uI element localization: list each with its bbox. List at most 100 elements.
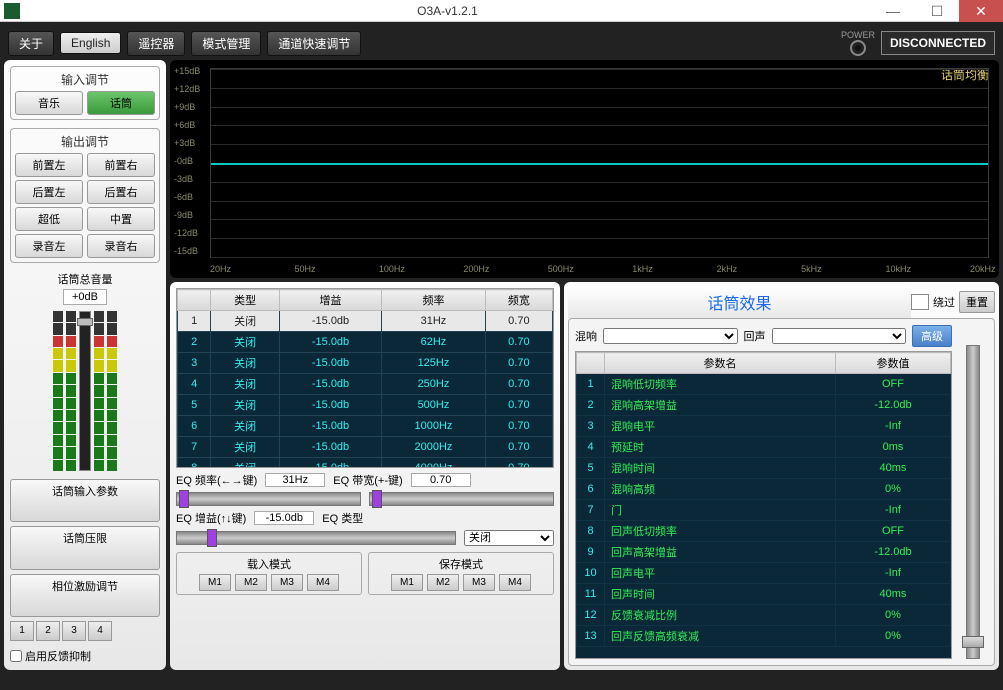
front-right-button[interactable]: 前置右 (87, 153, 155, 177)
music-button[interactable]: 音乐 (15, 91, 83, 115)
eq-row[interactable]: 3关闭-15.0db125Hz0.70 (178, 353, 553, 374)
x-axis-label: 20kHz (970, 264, 996, 274)
y-axis-label: -12dB (174, 228, 198, 238)
front-left-button[interactable]: 前置左 (15, 153, 83, 177)
eq-gain-slider[interactable] (176, 531, 456, 545)
rear-left-button[interactable]: 后置左 (15, 180, 83, 204)
advanced-button[interactable]: 高级 (912, 325, 952, 347)
eq-row[interactable]: 1关闭-15.0db31Hz0.70 (178, 311, 553, 332)
load-m1-button[interactable]: M1 (199, 574, 231, 591)
fx-param-row[interactable]: 11回声时间40ms (577, 584, 951, 605)
save-m4-button[interactable]: M4 (499, 574, 531, 591)
eq-row[interactable]: 6关闭-15.0db1000Hz0.70 (178, 416, 553, 437)
y-axis-label: +6dB (174, 120, 195, 130)
y-axis-label: +3dB (174, 138, 195, 148)
level-meters (10, 311, 160, 471)
mic-input-param-button[interactable]: 话筒输入参数 (10, 479, 160, 522)
mic-button[interactable]: 话筒 (87, 91, 155, 115)
bypass-checkbox[interactable] (911, 294, 929, 310)
fx-tab-mic-effect[interactable]: 话筒效果 (568, 286, 911, 318)
db-readout: +0dB (63, 289, 107, 305)
fx-panel: 话筒效果 绕过 重置 混响 回声 (564, 282, 999, 670)
bypass-label: 绕过 (933, 294, 955, 310)
english-button[interactable]: English (60, 32, 121, 54)
rec-left-button[interactable]: 录音左 (15, 234, 83, 258)
titlebar: O3A-v1.2.1 — ☐ ✕ (0, 0, 1003, 22)
rear-right-button[interactable]: 后置右 (87, 180, 155, 204)
y-axis-label: -15dB (174, 246, 198, 256)
preset-3-button[interactable]: 3 (62, 621, 86, 641)
left-panel: 输入调节 音乐 话筒 输出调节 前置左前置右 后置左后置右 超低中置 录音左录音… (4, 60, 166, 670)
minimize-button[interactable]: — (871, 0, 915, 22)
fx-param-row[interactable]: 8回声低切频率OFF (577, 521, 951, 542)
eq-row[interactable]: 7关闭-15.0db2000Hz0.70 (178, 437, 553, 458)
connection-status: DISCONNECTED (881, 31, 995, 55)
close-button[interactable]: ✕ (959, 0, 1003, 22)
remote-button[interactable]: 遥控器 (127, 31, 185, 56)
phase-exciter-button[interactable]: 相位激励调节 (10, 574, 160, 617)
eq-row[interactable]: 5关闭-15.0db500Hz0.70 (178, 395, 553, 416)
about-button[interactable]: 关于 (8, 31, 54, 56)
eq-row[interactable]: 8关闭-15.0db4000Hz0.70 (178, 458, 553, 469)
save-m2-button[interactable]: M2 (427, 574, 459, 591)
fx-param-row[interactable]: 3混响电平-Inf (577, 416, 951, 437)
echo-select[interactable] (772, 328, 907, 344)
x-axis-label: 5kHz (801, 264, 822, 274)
volume-fader[interactable] (79, 311, 91, 471)
fx-param-row[interactable]: 2混响高架增益-12.0db (577, 395, 951, 416)
fx-param-row[interactable]: 4预延时0ms (577, 437, 951, 458)
eq-graph: 话筒均衡 +15dB+12dB+9dB+6dB+3dB-0dB-3dB-6dB-… (170, 60, 999, 278)
x-axis-label: 10kHz (886, 264, 912, 274)
channel-quick-button[interactable]: 通道快速调节 (267, 31, 361, 56)
eq-edit-panel: 类型增益频率频宽1关闭-15.0db31Hz0.702关闭-15.0db62Hz… (170, 282, 560, 670)
eq-gain-input[interactable] (254, 511, 314, 525)
fx-param-row[interactable]: 6混响高频0% (577, 479, 951, 500)
reverb-label: 混响 (575, 328, 597, 344)
center-button[interactable]: 中置 (87, 207, 155, 231)
eq-bw-label: EQ 带宽(+-键) (333, 472, 402, 488)
reverb-select[interactable] (603, 328, 738, 344)
eq-freq-input[interactable] (265, 473, 325, 487)
eq-bw-input[interactable] (411, 473, 471, 487)
maximize-button[interactable]: ☐ (915, 0, 959, 22)
fx-fader[interactable] (966, 345, 980, 659)
power-indicator: POWER (841, 30, 875, 56)
preset-4-button[interactable]: 4 (88, 621, 112, 641)
sub-button[interactable]: 超低 (15, 207, 83, 231)
eq-freq-label: EQ 频率(←→键) (176, 472, 257, 488)
save-m1-button[interactable]: M1 (391, 574, 423, 591)
y-axis-label: -6dB (174, 192, 193, 202)
fx-param-row[interactable]: 9回声高架增益-12.0db (577, 542, 951, 563)
eq-table[interactable]: 类型增益频率频宽1关闭-15.0db31Hz0.702关闭-15.0db62Hz… (176, 288, 554, 468)
load-m3-button[interactable]: M3 (271, 574, 303, 591)
window-title: O3A-v1.2.1 (24, 4, 871, 18)
save-m3-button[interactable]: M3 (463, 574, 495, 591)
load-m2-button[interactable]: M2 (235, 574, 267, 591)
fx-param-row[interactable]: 10回声电平-Inf (577, 563, 951, 584)
eq-bw-slider[interactable] (369, 492, 554, 506)
fx-param-row[interactable]: 5混响时间40ms (577, 458, 951, 479)
load-m4-button[interactable]: M4 (307, 574, 339, 591)
echo-label: 回声 (744, 328, 766, 344)
eq-row[interactable]: 2关闭-15.0db62Hz0.70 (178, 332, 553, 353)
y-axis-label: +15dB (174, 66, 200, 76)
x-axis-label: 100Hz (379, 264, 405, 274)
preset-1-button[interactable]: 1 (10, 621, 34, 641)
load-mode-label: 载入模式 (180, 556, 358, 572)
preset-2-button[interactable]: 2 (36, 621, 60, 641)
reset-button[interactable]: 重置 (959, 291, 995, 313)
eq-row[interactable]: 4关闭-15.0db250Hz0.70 (178, 374, 553, 395)
eq-type-select[interactable]: 关闭 (464, 530, 554, 546)
app-icon (4, 3, 20, 19)
x-axis-label: 2kHz (717, 264, 738, 274)
fx-param-row[interactable]: 13回声反馈高频衰减0% (577, 626, 951, 647)
eq-freq-slider[interactable] (176, 492, 361, 506)
feedback-suppress-checkbox[interactable]: 启用反馈抑制 (10, 648, 160, 664)
fx-param-row[interactable]: 1混响低切频率OFF (577, 374, 951, 395)
fx-param-table[interactable]: 参数名参数值1混响低切频率OFF2混响高架增益-12.0db3混响电平-Inf4… (575, 351, 952, 659)
rec-right-button[interactable]: 录音右 (87, 234, 155, 258)
mode-mgmt-button[interactable]: 模式管理 (191, 31, 261, 56)
fx-param-row[interactable]: 12反馈衰减比例0% (577, 605, 951, 626)
mic-compressor-button[interactable]: 话筒压限 (10, 526, 160, 569)
fx-param-row[interactable]: 7门-Inf (577, 500, 951, 521)
